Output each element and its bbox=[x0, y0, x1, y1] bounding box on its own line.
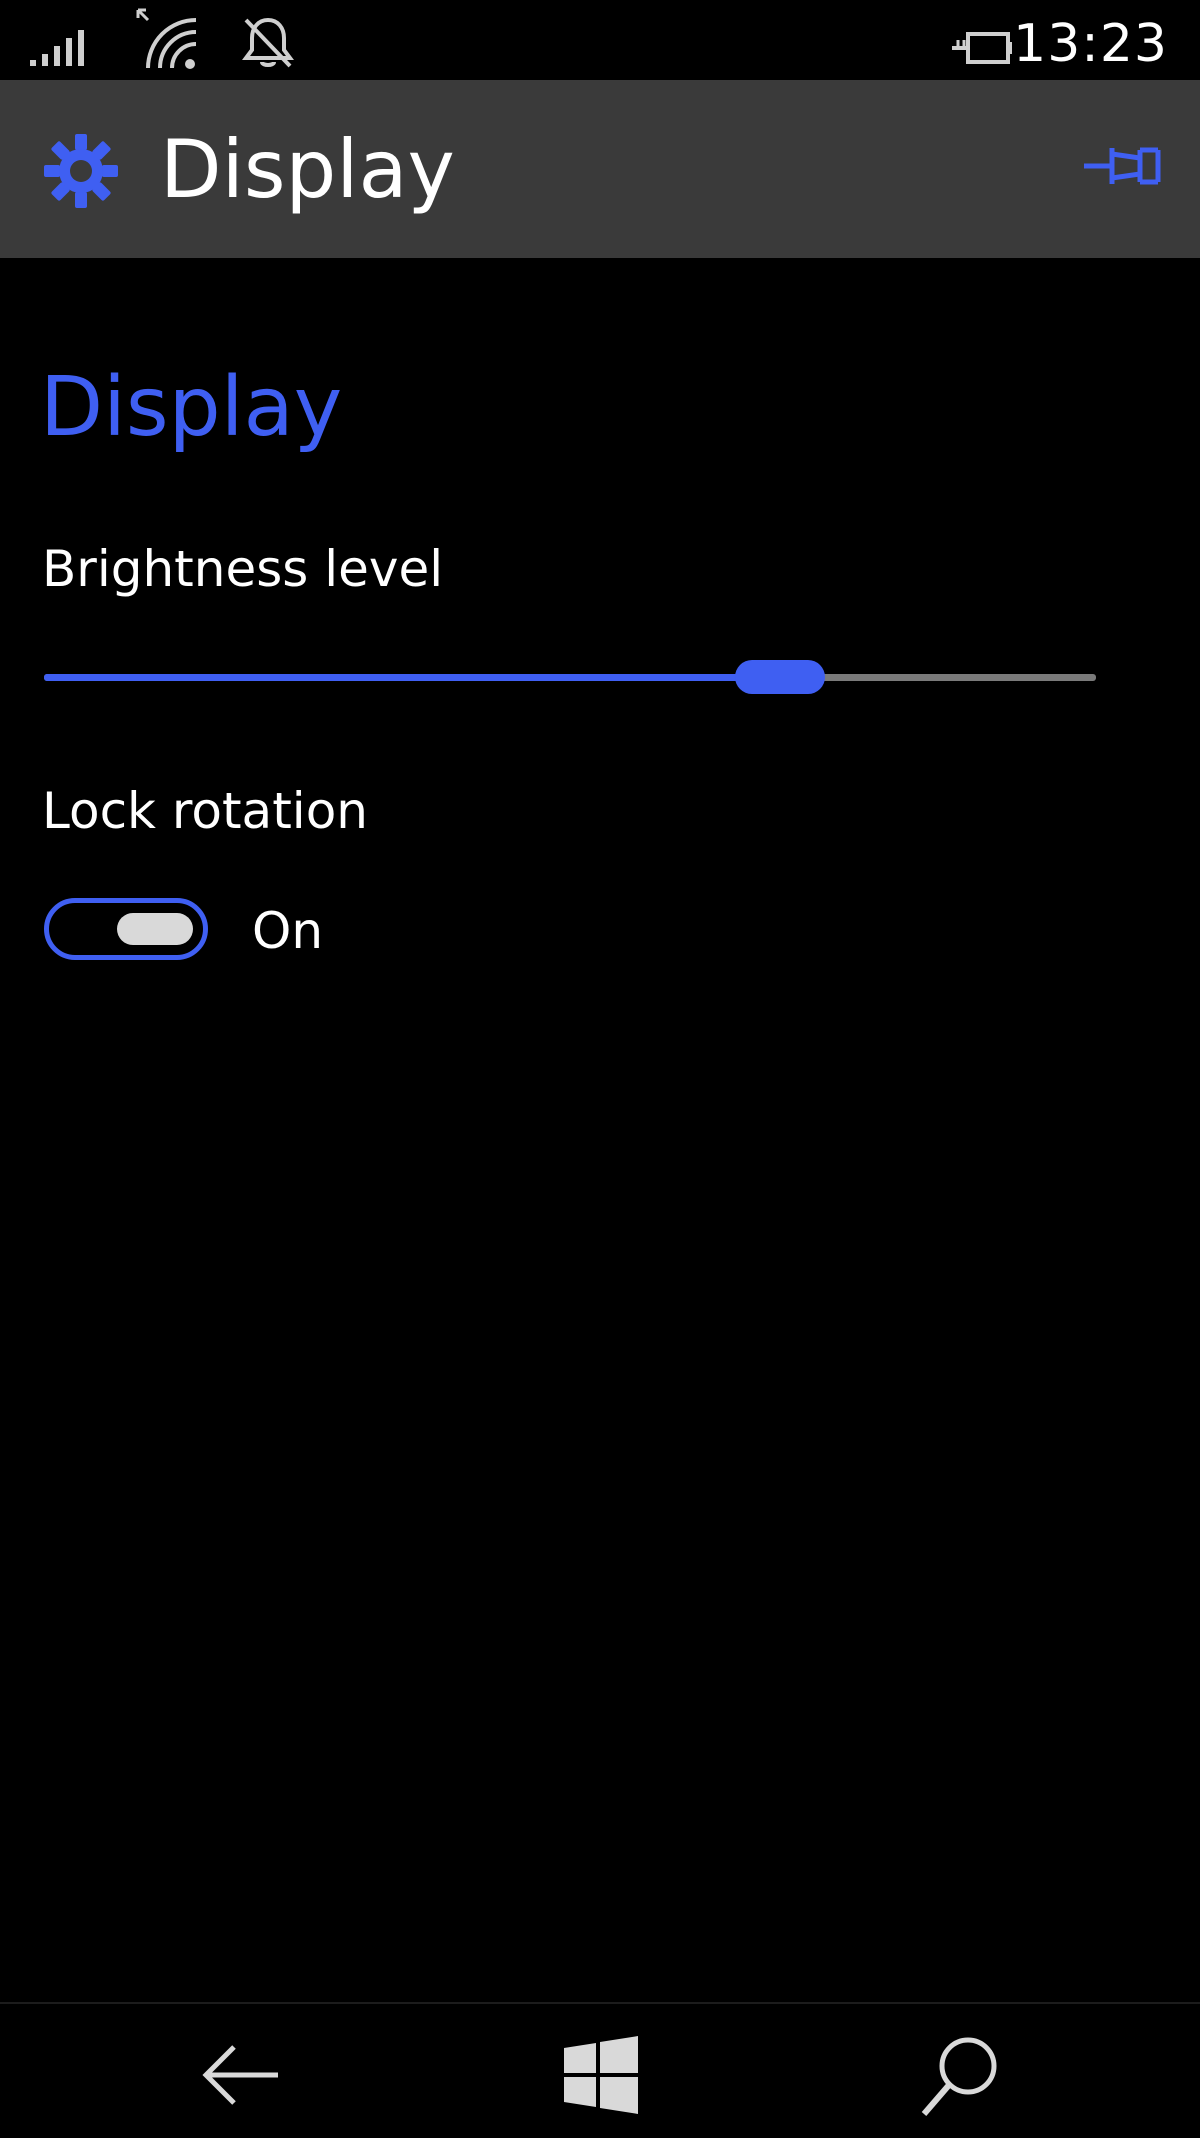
lock-rotation-label: Lock rotation bbox=[42, 782, 368, 840]
status-clock: 13:23 bbox=[1013, 14, 1168, 74]
section-heading: Display bbox=[40, 360, 343, 455]
slider-fill bbox=[44, 674, 780, 681]
toggle-knob bbox=[117, 913, 193, 945]
brightness-label: Brightness level bbox=[42, 540, 444, 598]
bell-off-icon bbox=[242, 17, 294, 68]
windows-start-icon[interactable] bbox=[556, 2030, 646, 2120]
display-settings-screen: 13:23 Display Display Brightness level L… bbox=[0, 0, 1200, 2138]
search-icon[interactable] bbox=[916, 2030, 1006, 2120]
page-title: Display bbox=[160, 123, 455, 216]
pin-icon[interactable] bbox=[1082, 140, 1162, 192]
navigation-bar bbox=[0, 2002, 1200, 2138]
wifi-icon bbox=[136, 8, 197, 69]
brightness-slider[interactable] bbox=[44, 650, 1096, 706]
title-bar: Display bbox=[0, 80, 1200, 258]
lock-rotation-toggle[interactable] bbox=[44, 898, 208, 960]
battery-charging-icon bbox=[952, 32, 1012, 64]
toggle-state-label: On bbox=[252, 902, 324, 960]
gear-icon bbox=[44, 134, 118, 208]
signal-strength-icon bbox=[30, 30, 84, 66]
slider-thumb[interactable] bbox=[735, 660, 825, 694]
back-arrow-icon[interactable] bbox=[196, 2030, 286, 2120]
status-bar: 13:23 bbox=[0, 0, 1200, 80]
